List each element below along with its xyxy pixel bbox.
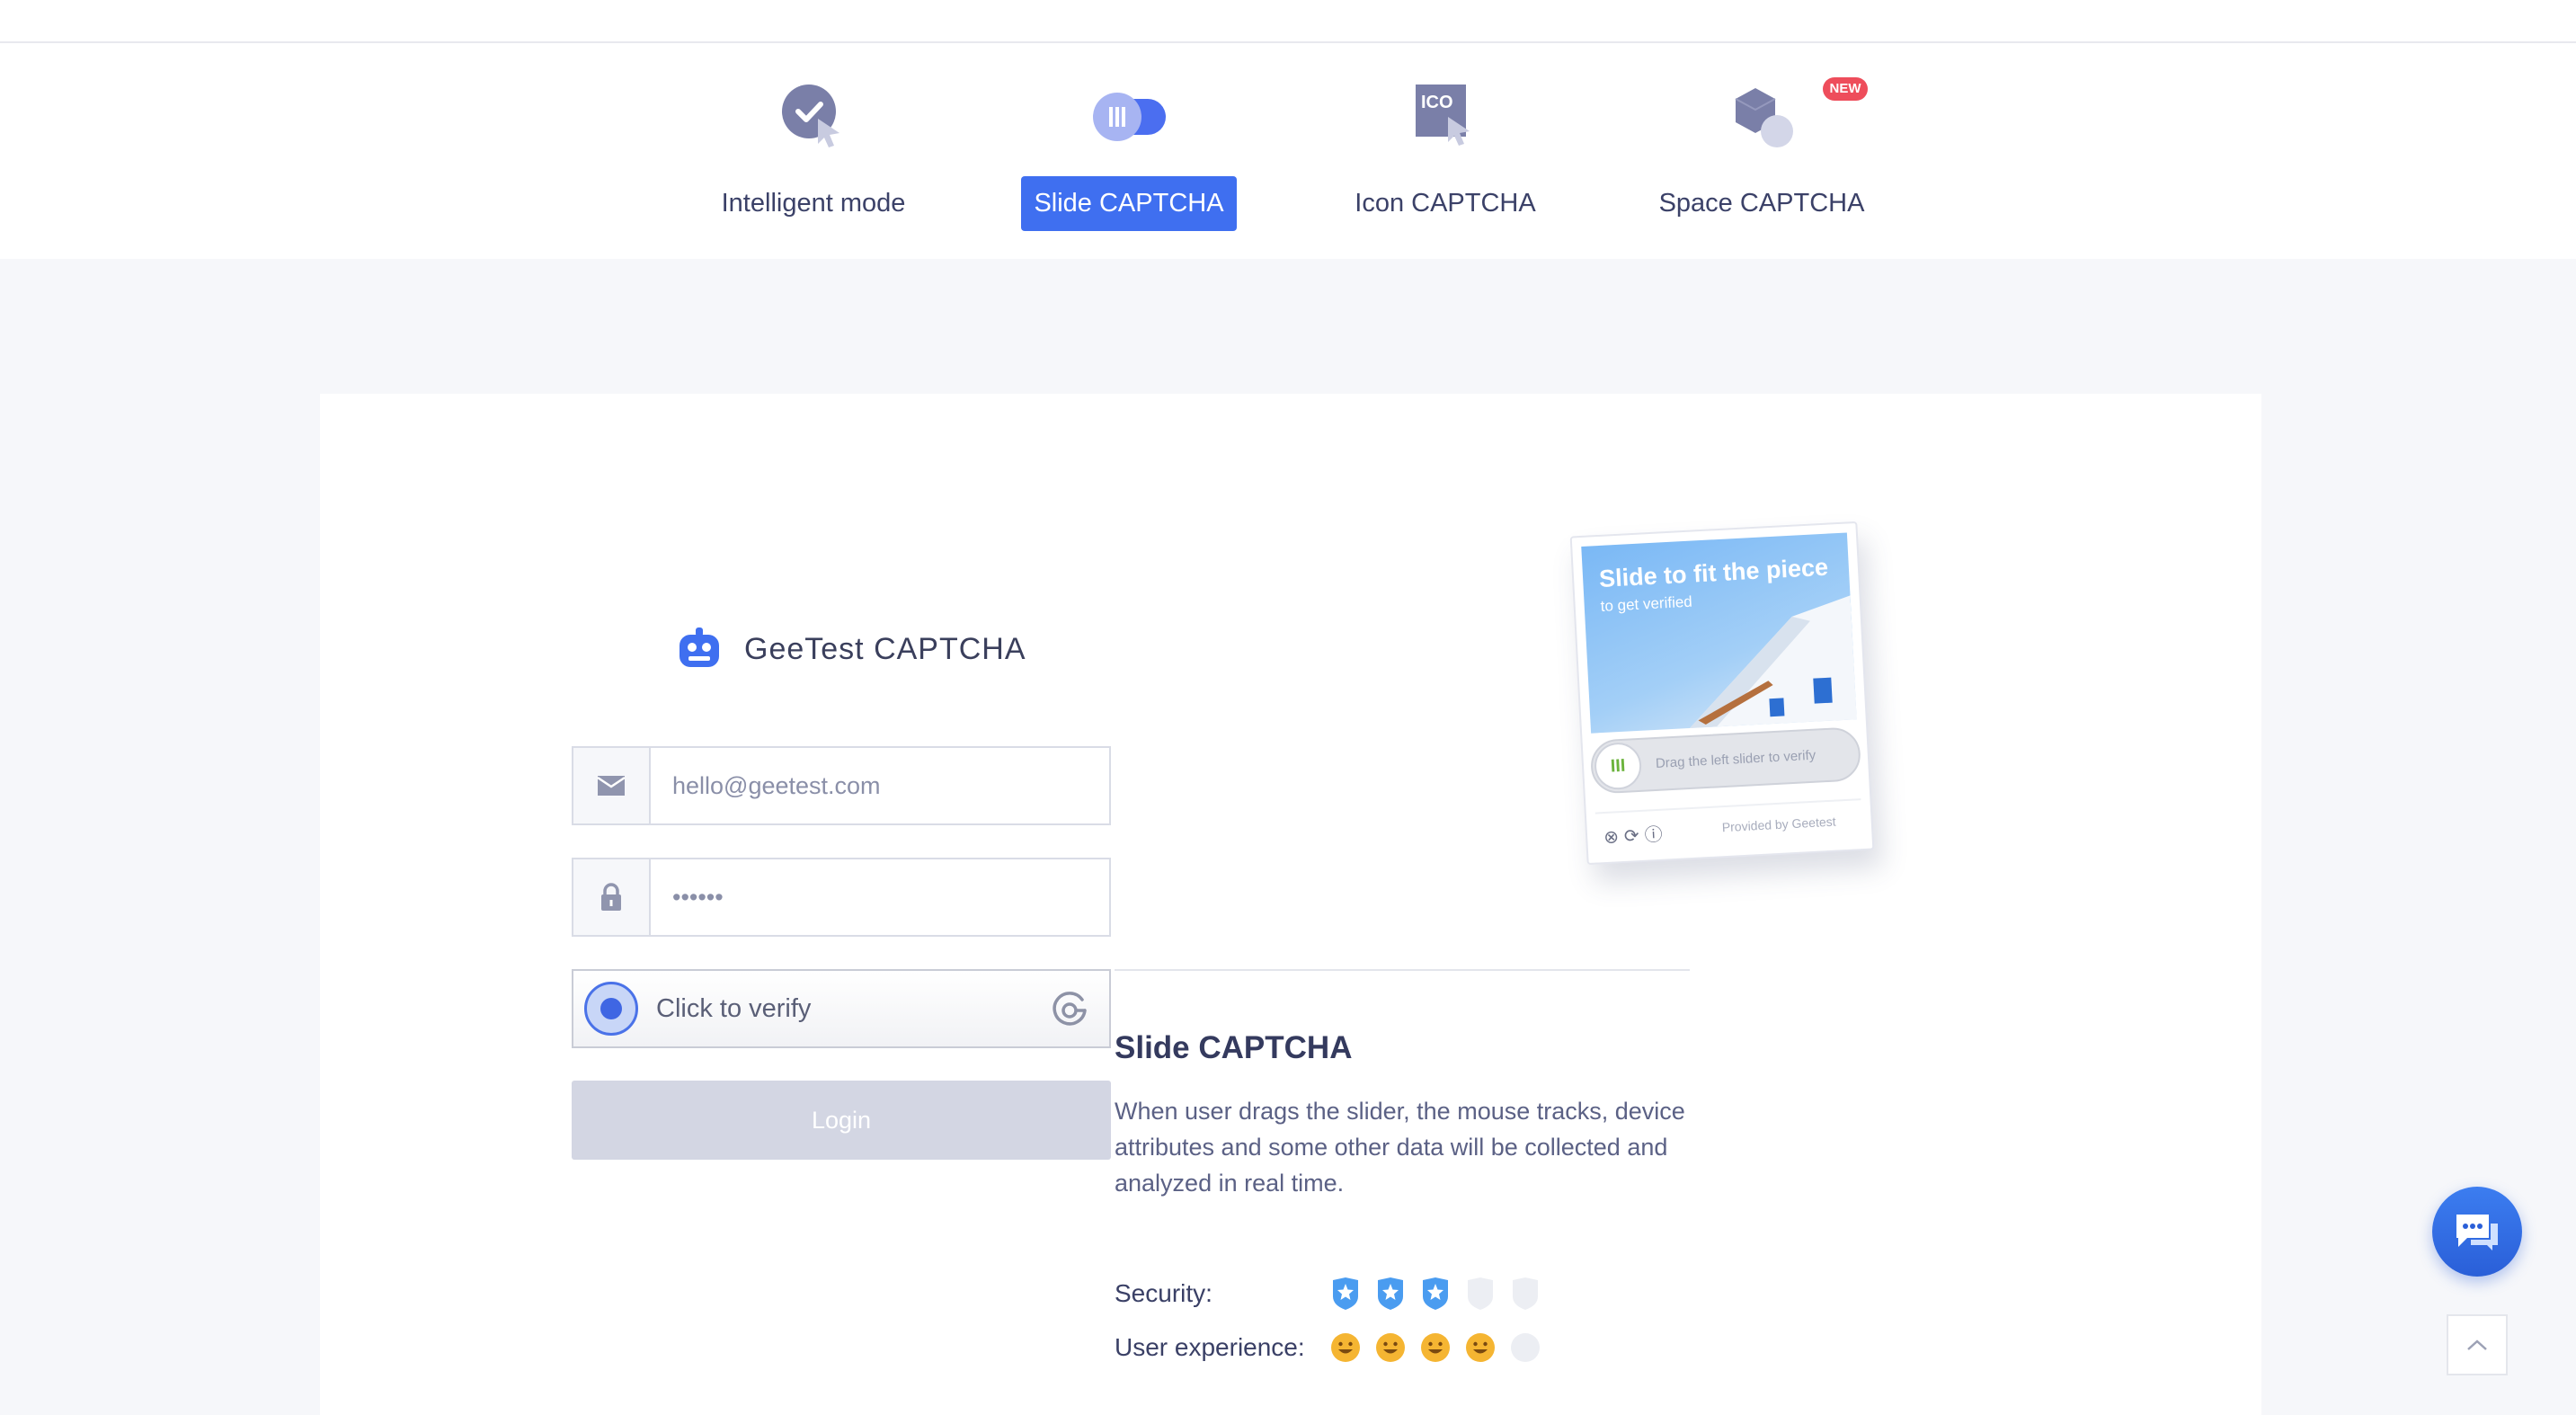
brand: GeeTest CAPTCHA bbox=[676, 626, 1026, 672]
tab-icon-captcha[interactable]: ICO Icon CAPTCHA bbox=[1292, 77, 1598, 275]
tab-slide-captcha[interactable]: Slide CAPTCHA bbox=[976, 77, 1282, 275]
smile-icon bbox=[1466, 1333, 1495, 1362]
security-label: Security: bbox=[1115, 1279, 1212, 1307]
new-badge: NEW bbox=[1823, 77, 1868, 101]
brand-name: GeeTest CAPTCHA bbox=[744, 631, 1026, 666]
password-input[interactable] bbox=[651, 859, 1109, 935]
chevron-up-icon bbox=[2467, 1339, 2487, 1350]
tab-space-captcha[interactable]: Space CAPTCHA bbox=[1609, 77, 1914, 275]
description-text: When user drags the slider, the mouse tr… bbox=[1115, 1098, 1685, 1197]
user-experience-label: User experience: bbox=[1115, 1333, 1305, 1361]
shield-star-icon bbox=[1333, 1277, 1358, 1310]
email-input[interactable] bbox=[651, 748, 1109, 823]
password-field-wrapper bbox=[572, 858, 1111, 937]
captcha-mode-tabs: Intelligent mode Slide CAPTCHA ICO Icon … bbox=[0, 43, 2576, 259]
lock-icon bbox=[573, 859, 651, 935]
smile-icon bbox=[1376, 1333, 1405, 1362]
provider-text: Provided by Geetest bbox=[1721, 814, 1836, 835]
captcha-preview: Slide to fit the piece to get verified I… bbox=[1551, 521, 1875, 870]
chat-button[interactable] bbox=[2432, 1187, 2522, 1277]
geetest-logo-icon bbox=[1053, 992, 1087, 1026]
shield-star-icon bbox=[1378, 1277, 1403, 1310]
chat-bubble-icon bbox=[2456, 1215, 2498, 1250]
description-title: Slide CAPTCHA bbox=[1115, 1030, 1353, 1065]
verify-label: Click to verify bbox=[656, 993, 812, 1023]
check-cursor-icon bbox=[775, 77, 852, 155]
preview-slider: III Drag the left slider to verify bbox=[1589, 726, 1862, 795]
tab-label: Intelligent mode bbox=[721, 189, 906, 218]
top-navbar bbox=[0, 0, 2576, 43]
security-icons bbox=[1330, 1277, 1555, 1311]
user-experience-rating: User experience: bbox=[1115, 1332, 1555, 1363]
shield-star-icon bbox=[1468, 1277, 1493, 1310]
close-refresh-info-icons: ⊗⟳ⓘ bbox=[1603, 824, 1669, 849]
verify-button[interactable]: Click to verify bbox=[572, 969, 1111, 1048]
tab-label: Icon CAPTCHA bbox=[1355, 189, 1536, 218]
tab-intelligent-mode[interactable]: Intelligent mode bbox=[661, 77, 966, 275]
shield-star-icon bbox=[1423, 1277, 1448, 1310]
tab-label: Slide CAPTCHA bbox=[1021, 176, 1237, 231]
smile-icon bbox=[1331, 1333, 1360, 1362]
slider-toggle-icon bbox=[1090, 77, 1168, 155]
slider-hint: Drag the left slider to verify bbox=[1655, 747, 1817, 771]
preview-image: Slide to fit the piece to get verified bbox=[1581, 532, 1857, 734]
divider bbox=[1115, 969, 1690, 971]
robot-icon bbox=[680, 627, 719, 667]
preview-card: Slide to fit the piece to get verified I… bbox=[1569, 521, 1875, 866]
back-to-top-button[interactable] bbox=[2447, 1314, 2508, 1375]
preview-footer: ⊗⟳ⓘ Provided by Geetest bbox=[1594, 798, 1863, 849]
cube-sphere-icon bbox=[1723, 77, 1800, 155]
mail-icon bbox=[573, 748, 651, 823]
svg-text:ICO: ICO bbox=[1421, 93, 1453, 112]
shield-star-icon bbox=[1513, 1277, 1538, 1310]
tab-label: Space CAPTCHA bbox=[1658, 189, 1865, 218]
user-experience-icons bbox=[1330, 1332, 1555, 1363]
demo-card: GeeTest CAPTCHA Click to verify bbox=[320, 394, 2261, 1415]
verify-radar-icon bbox=[584, 982, 638, 1036]
slider-knob-icon: III bbox=[1593, 741, 1643, 791]
smile-icon bbox=[1511, 1333, 1540, 1362]
smile-icon bbox=[1421, 1333, 1450, 1362]
email-field-wrapper bbox=[572, 746, 1111, 825]
login-button[interactable]: Login bbox=[572, 1081, 1111, 1160]
ico-cursor-icon: ICO bbox=[1407, 77, 1484, 155]
security-rating: Security: bbox=[1115, 1277, 1555, 1311]
